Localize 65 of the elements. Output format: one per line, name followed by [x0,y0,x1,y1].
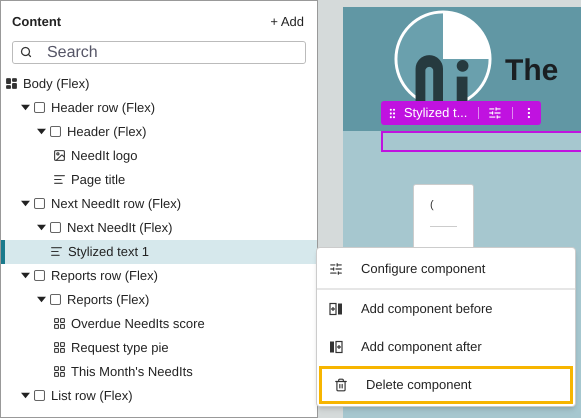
tree-item[interactable]: Next NeedIt row (Flex) [1,192,317,216]
tree-item[interactable]: Stylized text 1 [1,240,317,264]
add-button[interactable]: + Add [270,12,306,32]
caret-down-icon[interactable] [21,199,30,208]
tree-item-label: Reports row (Flex) [51,266,158,285]
tree-item[interactable]: Request type pie [1,336,317,360]
image-icon [53,149,66,162]
tree-item-label: NeedIt logo [71,146,138,165]
tree-item-label: Next NeedIt (Flex) [67,218,172,237]
caret-down-icon[interactable] [21,391,30,400]
tree-item-label: Header (Flex) [67,122,146,141]
tree-item[interactable]: Header row (Flex) [1,96,317,120]
component-icon [53,317,66,330]
tree-item-label: Reports (Flex) [67,290,150,309]
tree-item[interactable]: Reports row (Flex) [1,264,317,288]
caret-down-icon[interactable] [21,271,30,280]
tree-item-label: Next NeedIt row (Flex) [51,194,182,213]
tree-item-label: Body (Flex) [23,74,90,93]
page-title: The [505,53,558,89]
card-text: ( [430,198,434,213]
tree-item-label: Stylized text 1 [68,242,149,261]
box-icon [33,269,46,282]
caret-down-icon[interactable] [37,295,46,304]
box-icon [33,197,46,210]
box-icon [49,221,62,234]
insert-before-icon [329,302,343,316]
tree-item[interactable]: NeedIt logo [1,144,317,168]
text-lines-icon [53,173,66,186]
menu-item[interactable]: Add component before [317,290,575,328]
box-icon [33,101,46,114]
menu-item[interactable]: Add component after [317,328,575,366]
tree-item-label: List row (Flex) [51,386,133,405]
tree-item-label: Header row (Flex) [51,98,156,117]
tree-item[interactable]: This Month's NeedIts [1,360,317,384]
menu-item[interactable]: Delete component [319,366,573,404]
insert-after-icon [329,340,343,354]
trash-icon [334,378,348,392]
component-icon [53,365,66,378]
tree-item-label: Request type pie [71,338,169,357]
tree-item[interactable]: Body (Flex) [1,72,317,96]
tree-item[interactable]: Page title [1,168,317,192]
tree-item[interactable]: Header (Flex) [1,120,317,144]
sliders-icon[interactable] [488,106,502,120]
box-icon [49,125,62,138]
panel-title: Content [12,13,62,31]
tree-item[interactable]: List row (Flex) [1,384,317,408]
box-icon [33,389,46,402]
caret-down-icon[interactable] [37,223,46,232]
tree-item-label: Page title [71,170,126,189]
sliders-icon [329,262,343,276]
layout-icon [5,77,18,90]
text-lines-icon [50,245,63,258]
tree-item-label: Overdue NeedIts score [71,314,205,333]
caret-down-icon[interactable] [21,103,30,112]
tree-item[interactable]: Overdue NeedIts score [1,312,317,336]
caret-down-icon[interactable] [37,127,46,136]
tree-item[interactable]: Reports (Flex) [1,288,317,312]
component-icon [53,341,66,354]
menu-item[interactable]: Configure component [317,250,575,288]
toolbar-label: Stylized t... [404,104,468,122]
search-field[interactable]: Search [12,41,306,64]
tree-item-label: This Month's NeedIts [71,362,193,381]
box-icon [49,293,62,306]
search-icon [20,46,32,58]
tree-item[interactable]: Next NeedIt (Flex) [1,216,317,240]
